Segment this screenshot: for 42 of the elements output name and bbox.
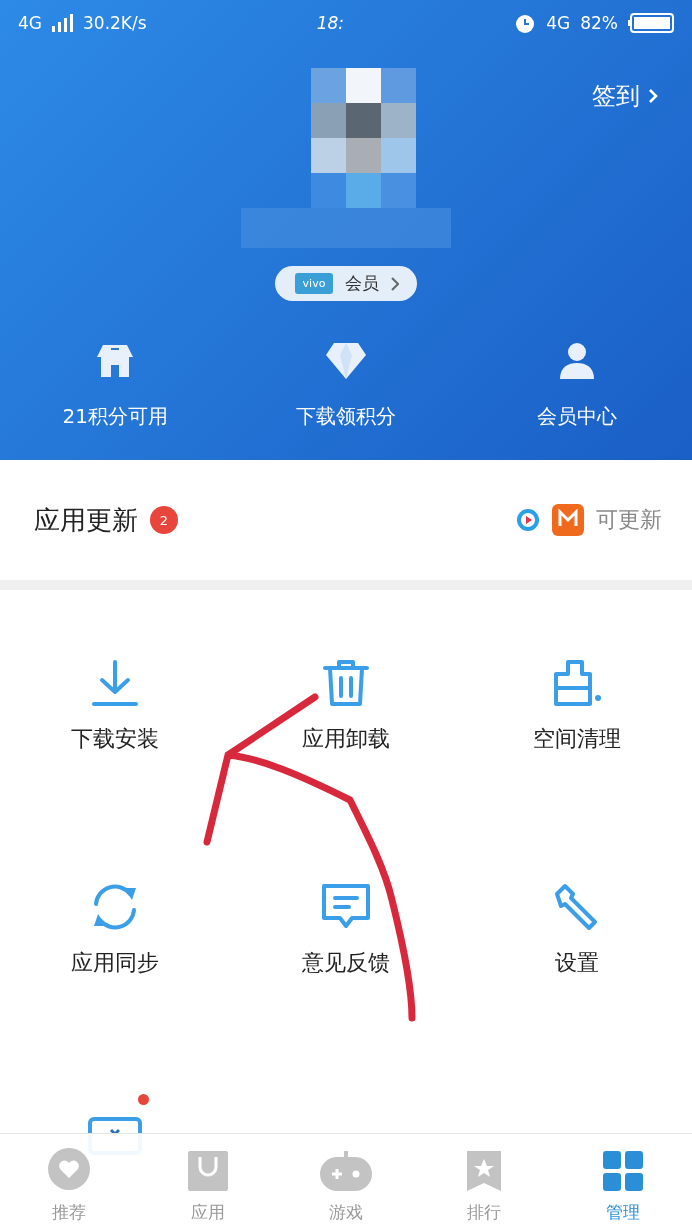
play-icon bbox=[516, 508, 540, 532]
diamond-icon bbox=[324, 341, 368, 381]
tool-label[interactable]: 空间清理 bbox=[532, 724, 621, 754]
tool-label[interactable]: 下载安装 bbox=[71, 724, 160, 754]
chevron-icon bbox=[648, 88, 658, 104]
member-pill[interactable]: vivo 会员 bbox=[274, 266, 418, 301]
nav-tab[interactable]: 排行 bbox=[415, 1134, 554, 1230]
network-label: 4G bbox=[18, 13, 42, 33]
checkin-link[interactable]: 签到 bbox=[592, 80, 640, 112]
tool-label[interactable]: 设置 bbox=[554, 948, 599, 978]
battery-level: 82% bbox=[580, 13, 618, 33]
nav-tab[interactable]: 推荐 bbox=[0, 1134, 139, 1230]
shortcut-label[interactable]: 21积分可用 bbox=[62, 403, 169, 430]
app-icon bbox=[552, 504, 584, 536]
battery-icon bbox=[628, 13, 674, 33]
member-label: 会员 bbox=[345, 272, 380, 295]
tool-label[interactable]: 应用卸载 bbox=[302, 724, 390, 754]
tool-label[interactable]: 意见反馈 bbox=[302, 948, 390, 978]
shortcut-label[interactable]: 会员中心 bbox=[536, 403, 617, 430]
clock: 18: bbox=[316, 13, 345, 33]
section-title[interactable]: 应用更新 bbox=[34, 502, 138, 538]
network-label: 4G bbox=[546, 13, 571, 33]
chevron-icon bbox=[391, 276, 400, 291]
nav-tab[interactable]: 管理 bbox=[553, 1134, 692, 1230]
update-status: 可更新 bbox=[596, 506, 662, 534]
trash-icon bbox=[321, 658, 371, 708]
brand-logo: vivo bbox=[294, 273, 334, 294]
nav-tab[interactable]: 应用 bbox=[138, 1134, 277, 1230]
alarm-icon bbox=[514, 12, 537, 34]
person-icon bbox=[557, 341, 596, 381]
bookmark-star-icon bbox=[467, 1151, 502, 1191]
tool-label[interactable]: 应用同步 bbox=[71, 948, 160, 978]
signal-icon bbox=[52, 14, 73, 32]
download-icon bbox=[90, 658, 141, 708]
count-badge: 2 bbox=[150, 506, 178, 534]
shortcut-label[interactable]: 下载领积分 bbox=[296, 403, 396, 430]
notification-dot bbox=[138, 1094, 150, 1105]
gamepad-icon bbox=[320, 1151, 372, 1191]
nav-tab[interactable]: 游戏 bbox=[276, 1134, 416, 1230]
grid-icon bbox=[602, 1151, 643, 1191]
speed-label: 30.2K/s bbox=[83, 13, 147, 33]
bag-icon bbox=[187, 1151, 228, 1191]
